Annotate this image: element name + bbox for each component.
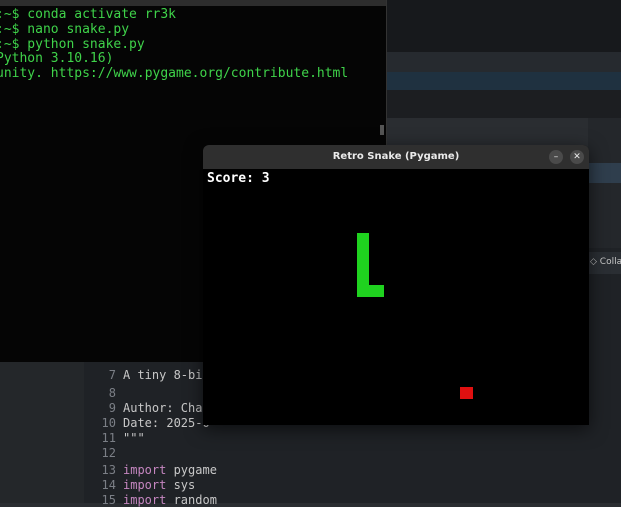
terminal-line: :~$ conda activate rr3k <box>0 7 177 22</box>
close-button[interactable]: ✕ <box>570 150 584 164</box>
line-number: 9 <box>108 401 116 415</box>
line-number: 7 <box>108 368 116 382</box>
line-number: 8 <box>108 386 116 400</box>
terminal-titlebar <box>0 0 386 6</box>
chevron-icon: ◇ <box>590 257 600 267</box>
close-icon: ✕ <box>573 152 581 162</box>
minimize-button[interactable]: – <box>549 150 563 164</box>
ide-selected-row <box>386 72 621 90</box>
code-line[interactable]: 11 """ <box>94 431 145 445</box>
code-keyword: import <box>123 478 167 492</box>
terminal-line: :~$ python snake.py <box>0 37 145 52</box>
line-number: 13 <box>101 463 116 477</box>
window-title: Retro Snake (Pygame) <box>332 151 460 162</box>
collapse-all-button[interactable]: ◇ Collap <box>590 257 621 267</box>
ide-toolbar <box>386 90 621 118</box>
terminal-line: :~$ nano snake.py <box>0 22 130 37</box>
line-number: 14 <box>101 478 116 492</box>
pygame-titlebar[interactable]: Retro Snake (Pygame) – ✕ <box>203 145 589 169</box>
minimize-icon: – <box>553 152 559 162</box>
terminal-scrollbar[interactable] <box>380 125 384 135</box>
snake-tail <box>357 285 384 297</box>
ide-tab-bar <box>386 52 621 72</box>
code-line[interactable]: 15 import random <box>94 493 217 507</box>
code-text: Author: Chat <box>123 401 210 415</box>
code-line[interactable]: 9 Author: Chat <box>94 401 210 415</box>
code-line[interactable]: 13 import pygame <box>94 463 217 477</box>
terminal-line: unity. https://www.pygame.org/contribute… <box>0 66 349 81</box>
code-text: """ <box>123 431 145 445</box>
code-text: random <box>166 493 217 507</box>
ide-side-highlight <box>588 163 621 183</box>
code-line[interactable]: 10 Date: 2025-0 <box>94 416 210 430</box>
code-text: sys <box>166 478 196 492</box>
line-number: 11 <box>101 431 116 445</box>
code-line[interactable]: 8 <box>94 386 123 400</box>
code-line[interactable]: 14 import sys <box>94 478 196 492</box>
code-text: A tiny 8-bit <box>123 368 210 382</box>
code-text: pygame <box>166 463 217 477</box>
code-text: Date: 2025-0 <box>123 416 210 430</box>
collapse-label: Collap <box>599 257 621 267</box>
code-line[interactable]: 12 <box>94 446 123 460</box>
score-text: Score: 3 <box>207 171 270 186</box>
ide-left-panel <box>0 362 84 503</box>
terminal-line: Python 3.10.16) <box>0 51 114 66</box>
line-number: 15 <box>101 493 116 507</box>
pygame-window[interactable]: Retro Snake (Pygame) – ✕ Score: 3 <box>203 145 589 425</box>
ide-top-area <box>386 0 621 52</box>
code-line[interactable]: 7 A tiny 8-bit <box>94 368 210 382</box>
code-keyword: import <box>123 463 167 477</box>
code-keyword: import <box>123 493 167 507</box>
line-number: 10 <box>101 416 116 430</box>
line-number: 12 <box>101 446 116 460</box>
food-pellet <box>460 387 473 399</box>
ide-side-panel <box>588 118 621 248</box>
